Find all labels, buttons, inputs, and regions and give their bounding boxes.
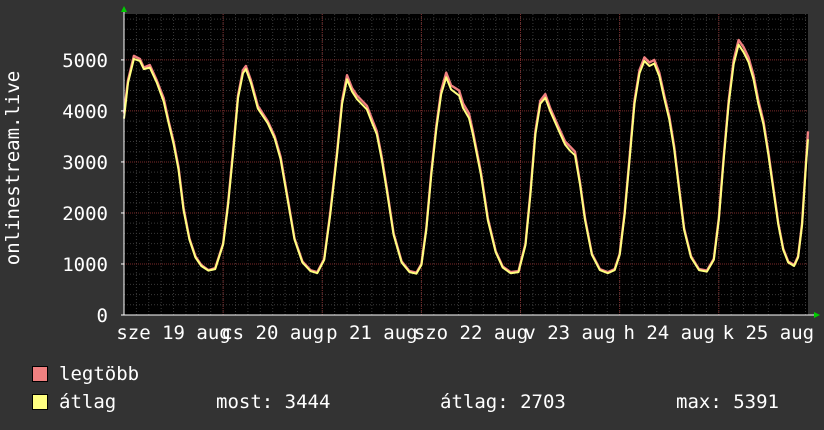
legend-swatch-avg bbox=[32, 394, 48, 410]
x-tick-labels: sze 19 augcs 20 aug p 21 augszo 22 augv 2… bbox=[116, 322, 814, 344]
legend-row-max: legtöbb bbox=[32, 360, 822, 388]
y-tick-label: 4000 bbox=[62, 101, 108, 123]
y-axis-label: onlinestream.live bbox=[2, 71, 24, 265]
y-tick-label: 5000 bbox=[62, 50, 108, 72]
y-tick-label: 0 bbox=[97, 305, 108, 327]
stat-max: max: 5391 bbox=[676, 391, 779, 413]
y-axis-arrow bbox=[121, 6, 127, 12]
y-tick-label: 3000 bbox=[62, 152, 108, 174]
x-tick-label: h 24 aug bbox=[623, 322, 715, 344]
rrd-chart: 0 1000 2000 3000 4000 5000 sze 19 augcs 20 au… bbox=[2, 6, 820, 344]
stat-now: most: 3444 bbox=[216, 391, 331, 413]
x-tick-label: sze 19 aug bbox=[116, 322, 230, 344]
x-tick-label: cs 20 aug bbox=[221, 322, 324, 344]
y-tick-label: 1000 bbox=[62, 254, 108, 276]
x-tick-label: p 21 aug bbox=[326, 322, 418, 344]
legend-swatch-max bbox=[32, 366, 48, 382]
legend-label-avg: átlag bbox=[59, 391, 117, 413]
legend-row-avg: átlag most: 3444 átlag: 2703 max: 5391 bbox=[32, 388, 822, 416]
x-tick-label: szo 22 aug bbox=[414, 322, 528, 344]
x-tick-label: k 25 aug bbox=[723, 322, 815, 344]
x-tick-label: v 23 aug bbox=[524, 322, 616, 344]
y-tick-label: 2000 bbox=[62, 203, 108, 225]
stat-average: átlag: 2703 bbox=[440, 391, 566, 413]
legend: legtöbb átlag most: 3444 átlag: 2703 max… bbox=[32, 360, 822, 416]
x-axis-arrow bbox=[814, 312, 820, 318]
legend-label-max: legtöbb bbox=[59, 363, 140, 385]
y-tick-labels: 0 1000 2000 3000 4000 5000 bbox=[62, 50, 108, 327]
